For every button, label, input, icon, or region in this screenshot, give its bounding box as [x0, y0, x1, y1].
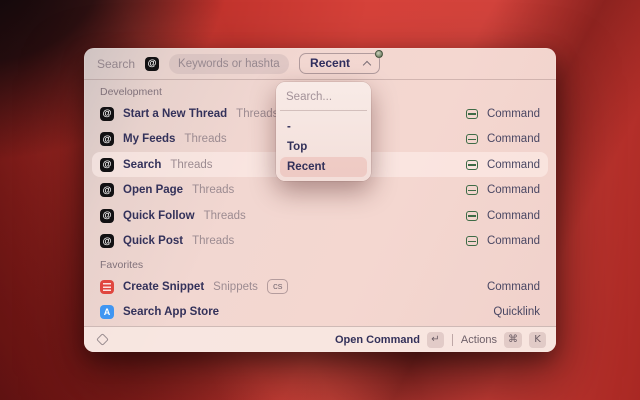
appstore-icon [100, 305, 114, 320]
command-bar-icon [465, 236, 478, 247]
command-bar-icon [465, 159, 478, 170]
item-title: Start a New Thread [123, 107, 228, 120]
k-key-badge: K [529, 331, 546, 348]
item-title: Quick Follow [123, 209, 195, 222]
snippets-icon [100, 279, 114, 294]
status-bar: Open Command ↵ Actions ⌘ K [84, 326, 556, 352]
threads-icon [100, 183, 114, 198]
item-title: Quick Post [123, 235, 184, 248]
item-title: Search App Store [123, 306, 220, 319]
item-subtitle: Threads [192, 235, 235, 248]
threads-icon [100, 106, 114, 121]
command-bar-icon [465, 210, 478, 221]
threads-icon [100, 132, 114, 147]
threads-icon [100, 157, 114, 172]
threads-icon [100, 234, 114, 249]
command-palette-window: Search Recent Development Start a New Th… [84, 48, 556, 352]
command-bar-icon [465, 108, 478, 119]
topbar: Search Recent [84, 48, 556, 80]
list-item[interactable]: Search App Store Quicklink [84, 300, 556, 326]
statusbar-actions: Open Command ↵ Actions ⌘ K [335, 331, 546, 348]
threads-icon [145, 56, 160, 71]
search-input[interactable] [169, 53, 290, 74]
command-bar-icon [465, 134, 478, 145]
item-type-label: Command [486, 280, 540, 293]
list-item[interactable]: Quick Post Threads Command [84, 229, 556, 255]
item-subtitle: Threads [170, 158, 213, 171]
dropdown-item[interactable]: Recent [280, 157, 367, 177]
item-type-label: Command [486, 235, 540, 248]
dropdown-search-input[interactable] [280, 86, 367, 111]
open-command-button[interactable]: Open Command [335, 334, 420, 346]
item-title: Create Snippet [123, 280, 205, 293]
item-subtitle: Threads [184, 133, 227, 146]
list-item[interactable]: Create Snippet Snippets cs Command [84, 274, 556, 300]
item-type-label: Command [486, 107, 540, 120]
list-item[interactable]: Open Page Threads Command [84, 178, 556, 204]
item-type-label: Quicklink [493, 306, 540, 319]
statusbar-divider [451, 333, 453, 346]
item-type-label: Command [486, 209, 540, 222]
dropdown-item[interactable]: - [280, 117, 367, 137]
sort-dropdown-button[interactable]: Recent [299, 50, 384, 74]
notification-dot [375, 50, 384, 58]
raycast-logo-icon [96, 333, 109, 346]
chevron-up-icon [362, 60, 372, 69]
sort-dropdown-value: Recent [310, 56, 351, 70]
sort-dropdown-menu: -TopRecent [276, 82, 371, 181]
item-subtitle: Threads [203, 209, 246, 222]
return-key-badge: ↵ [426, 331, 444, 348]
command-key-badge: ⌘ [504, 331, 522, 348]
command-bar-icon [465, 185, 478, 196]
topbar-context-label: Search [97, 56, 136, 71]
dropdown-item[interactable]: Top [280, 137, 367, 157]
item-subtitle: Snippets [213, 280, 258, 293]
section-header: Favorites [100, 259, 144, 271]
dropdown-items: - Top Recent [280, 117, 367, 177]
item-title: Search [123, 158, 162, 171]
threads-icon [100, 208, 114, 223]
item-type-label: Command [486, 133, 540, 146]
item-type-label: Command [486, 184, 540, 197]
item-type-label: Command [486, 158, 540, 171]
item-title: My Feeds [123, 133, 176, 146]
item-subtitle: Threads [192, 184, 235, 197]
item-alias-badge: cs [266, 279, 289, 295]
actions-button[interactable]: Actions [461, 334, 497, 346]
item-title: Open Page [123, 184, 184, 197]
list-item[interactable]: Quick Follow Threads Command [84, 203, 556, 229]
desktop-wallpaper: Search Recent Development Start a New Th… [0, 0, 640, 400]
item-subtitle: Threads [236, 107, 279, 120]
